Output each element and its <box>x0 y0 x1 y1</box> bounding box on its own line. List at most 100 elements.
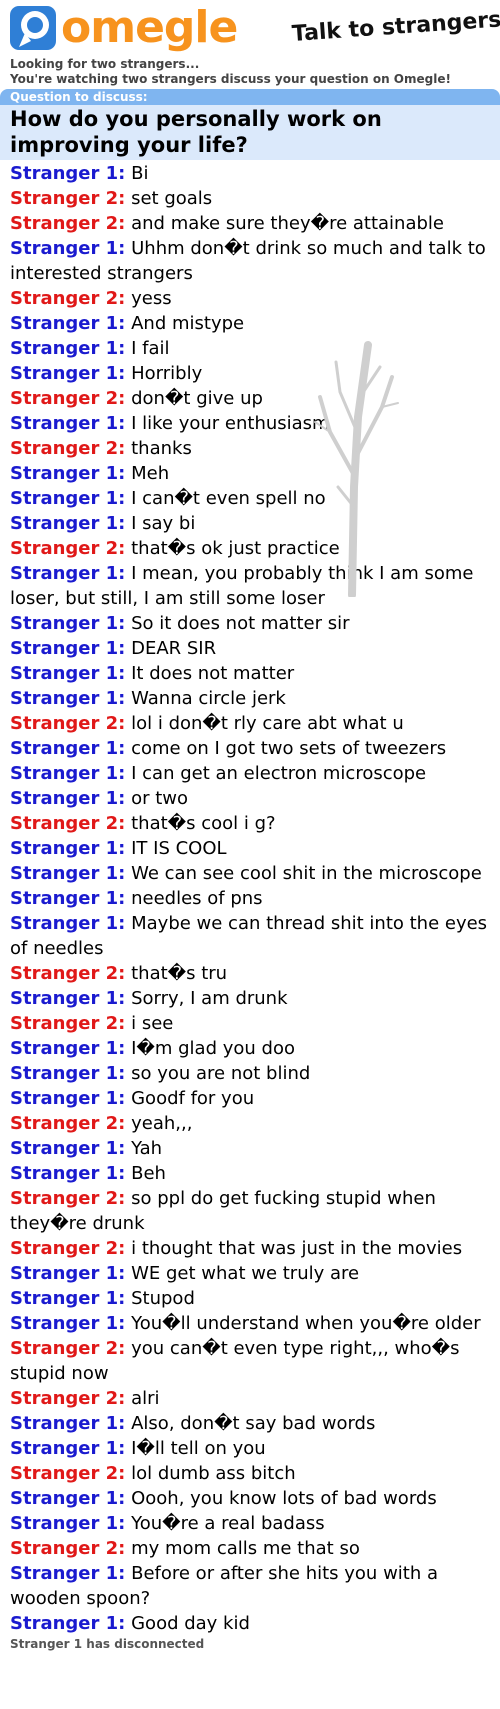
speaker-label: Stranger 1: <box>10 563 126 584</box>
omegle-logo[interactable]: omegle <box>9 2 238 54</box>
chat-message: Stranger 1: Bi <box>10 161 490 186</box>
chat-message: Stranger 1: Maybe we can thread shit int… <box>10 911 490 961</box>
chat-message: Stranger 1: so you are not blind <box>10 1061 490 1086</box>
message-text: i see <box>131 1013 174 1034</box>
speaker-label: Stranger 1: <box>10 413 126 434</box>
message-text: I say bi <box>131 513 196 534</box>
speaker-label: Stranger 1: <box>10 1513 126 1534</box>
speaker-label: Stranger 1: <box>10 788 126 809</box>
chat-message: Stranger 1: DEAR SIR <box>10 636 490 661</box>
message-text: You�re a real badass <box>131 1513 325 1534</box>
chat-message: Stranger 2: so ppl do get fucking stupid… <box>10 1186 490 1236</box>
message-text: so you are not blind <box>131 1063 311 1084</box>
speaker-label: Stranger 1: <box>10 1088 126 1109</box>
speaker-label: Stranger 1: <box>10 613 126 634</box>
speaker-label: Stranger 2: <box>10 438 126 459</box>
speaker-label: Stranger 2: <box>10 1338 126 1359</box>
message-text: that�s cool i g? <box>131 813 276 834</box>
message-text: Goodf for you <box>131 1088 255 1109</box>
chat-message: Stranger 1: I can�t even spell no <box>10 486 490 511</box>
speaker-label: Stranger 1: <box>10 1413 126 1434</box>
speaker-label: Stranger 1: <box>10 1488 126 1509</box>
speaker-label: Stranger 2: <box>10 388 126 409</box>
speaker-label: Stranger 2: <box>10 813 126 834</box>
chat-message: Stranger 1: And mistype <box>10 311 490 336</box>
omegle-logo-icon <box>9 3 59 53</box>
speaker-label: Stranger 2: <box>10 1013 126 1034</box>
speaker-label: Stranger 1: <box>10 1163 126 1184</box>
message-text: DEAR SIR <box>131 638 217 659</box>
speaker-label: Stranger 2: <box>10 1238 126 1259</box>
speaker-label: Stranger 1: <box>10 988 126 1009</box>
speaker-label: Stranger 1: <box>10 638 126 659</box>
chat-message: Stranger 1: Good day kid <box>10 1611 490 1636</box>
message-text: Wanna circle jerk <box>131 688 286 709</box>
chat-message: Stranger 1: Goodf for you <box>10 1086 490 1111</box>
chat-message: Stranger 2: lol i don�t rly care abt wha… <box>10 711 490 736</box>
speaker-label: Stranger 1: <box>10 1563 126 1584</box>
chat-message: Stranger 2: thanks <box>10 436 490 461</box>
speaker-label: Stranger 2: <box>10 713 126 734</box>
chat-message: Stranger 1: WE get what we truly are <box>10 1261 490 1286</box>
speaker-label: Stranger 2: <box>10 1463 126 1484</box>
chat-message: Stranger 1: needles of pns <box>10 886 490 911</box>
message-text: So it does not matter sir <box>131 613 350 634</box>
speaker-label: Stranger 1: <box>10 913 126 934</box>
tree-watermark-icon <box>314 341 399 597</box>
speaker-label: Stranger 1: <box>10 313 126 334</box>
chat-message: Stranger 1: Yah <box>10 1136 490 1161</box>
question-label: Question to discuss: <box>0 89 500 105</box>
speaker-label: Stranger 2: <box>10 1538 126 1559</box>
message-text: Horribly <box>131 363 203 384</box>
speaker-label: Stranger 1: <box>10 738 126 759</box>
message-text: Good day kid <box>131 1613 250 1634</box>
speaker-label: Stranger 1: <box>10 238 126 259</box>
disconnect-notice: Stranger 1 has disconnected <box>10 1637 205 1651</box>
speaker-label: Stranger 1: <box>10 1263 126 1284</box>
chat-message: Stranger 2: you can�t even type right,,,… <box>10 1336 490 1386</box>
message-text: alri <box>131 1388 160 1409</box>
speaker-label: Stranger 2: <box>10 538 126 559</box>
chat-message: Stranger 2: alri <box>10 1386 490 1411</box>
brand-name: omegle <box>61 2 238 53</box>
chat-message: Stranger 1: or two <box>10 786 490 811</box>
message-text: And mistype <box>131 313 245 334</box>
message-text: I fail <box>131 338 170 359</box>
message-text: It does not matter <box>131 663 295 684</box>
question-text: How do you personally work on improving … <box>10 107 382 157</box>
message-text: Sorry, I am drunk <box>131 988 288 1009</box>
chat-message: Stranger 1: You�re a real badass <box>10 1511 490 1536</box>
header: omegle Talk to strangers! <box>0 0 500 60</box>
message-text: that�s ok just practice <box>131 538 340 559</box>
message-text: Beh <box>131 1163 166 1184</box>
chat-message: Stranger 1: Uhhm don�t drink so much and… <box>10 236 490 286</box>
chat-message: Stranger 1: Oooh, you know lots of bad w… <box>10 1486 490 1511</box>
message-text: Stupod <box>131 1288 195 1309</box>
chat-message: Stranger 1: IT IS COOL <box>10 836 490 861</box>
message-text: I�ll tell on you <box>131 1438 266 1459</box>
chat-message: Stranger 1: Meh <box>10 461 490 486</box>
message-text: set goals <box>131 188 213 209</box>
chat-message: Stranger 1: I say bi <box>10 511 490 536</box>
message-text: don�t give up <box>131 388 263 409</box>
message-text: yeah,,, <box>131 1113 193 1134</box>
message-text: I�m glad you doo <box>131 1038 295 1059</box>
status-area: Looking for two strangers... You're watc… <box>0 57 500 87</box>
chat-message: Stranger 1: You�ll understand when you�r… <box>10 1311 490 1336</box>
message-text: lol i don�t rly care abt what u <box>131 713 404 734</box>
tagline: Talk to strangers! <box>291 6 500 47</box>
message-text: I like your enthusiasm <box>131 413 330 434</box>
chat-message: Stranger 1: Before or after she hits you… <box>10 1561 490 1611</box>
message-text: I can get an electron microscope <box>131 763 427 784</box>
chat-message: Stranger 1: Stupod <box>10 1286 490 1311</box>
speaker-label: Stranger 1: <box>10 1038 126 1059</box>
speaker-label: Stranger 1: <box>10 838 126 859</box>
message-text: Meh <box>131 463 170 484</box>
speaker-label: Stranger 1: <box>10 688 126 709</box>
chat-message: Stranger 2: that�s cool i g? <box>10 811 490 836</box>
chat-message: Stranger 1: Also, don�t say bad words <box>10 1411 490 1436</box>
speaker-label: Stranger 2: <box>10 213 126 234</box>
chat-message: Stranger 2: set goals <box>10 186 490 211</box>
message-text: IT IS COOL <box>131 838 227 859</box>
speaker-label: Stranger 1: <box>10 863 126 884</box>
